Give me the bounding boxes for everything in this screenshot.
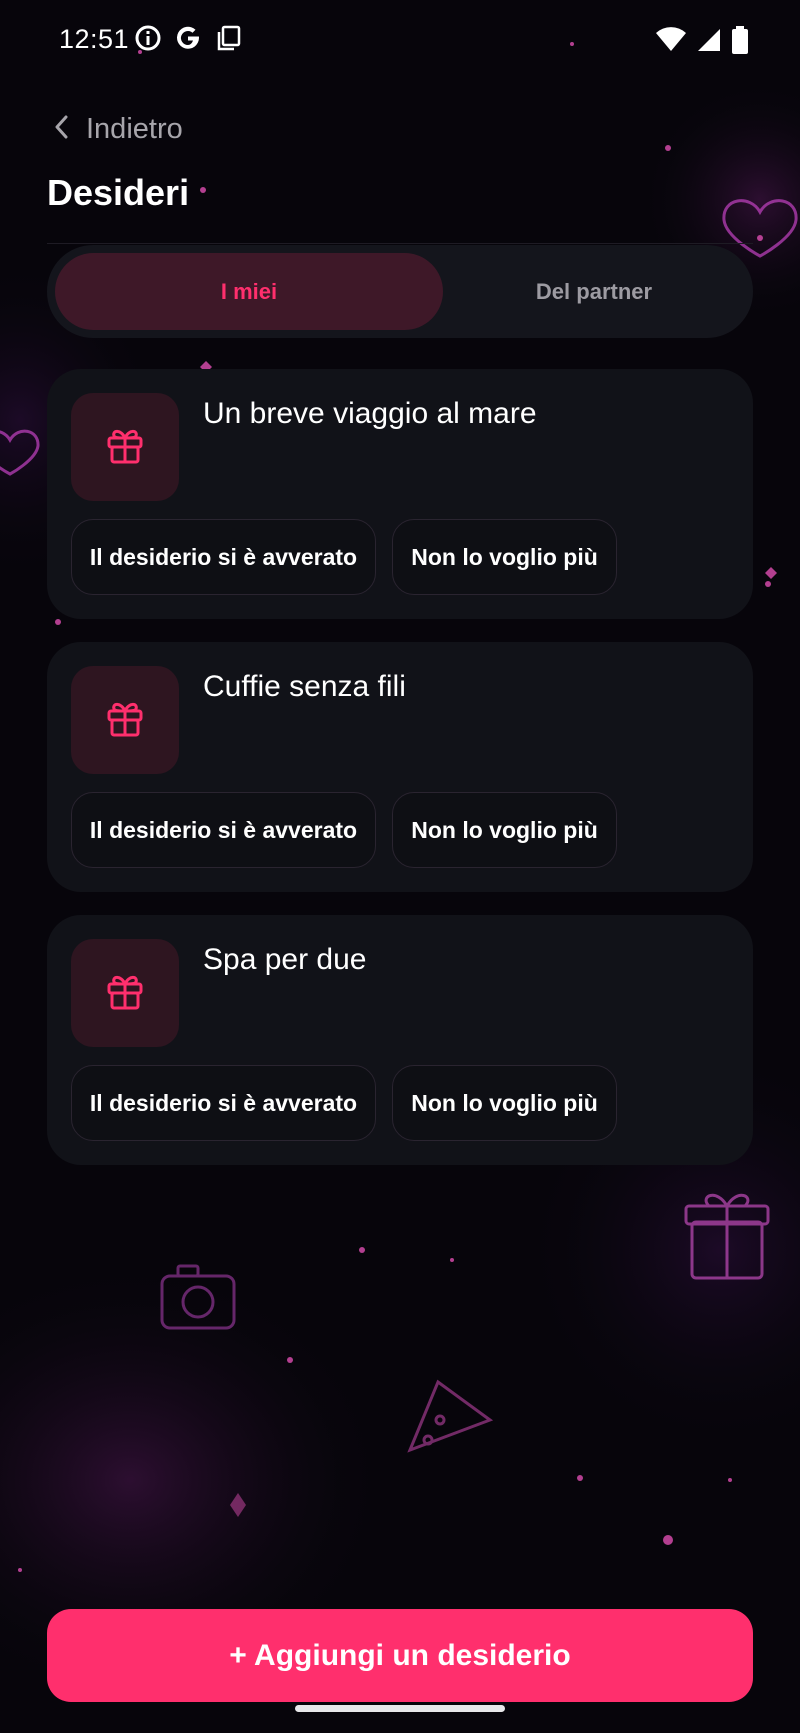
- home-indicator[interactable]: [295, 1705, 505, 1712]
- camera-decoration: [160, 1264, 236, 1330]
- back-button[interactable]: Indietro: [52, 113, 183, 146]
- info-icon: [134, 24, 162, 57]
- battery-icon: [732, 26, 748, 59]
- chevron-left-icon: [52, 114, 70, 145]
- tab-mine[interactable]: I miei: [55, 253, 443, 330]
- wish-title: Cuffie senza fili: [203, 670, 406, 703]
- wish-card: Cuffie senza fili Il desiderio si è avve…: [47, 642, 753, 892]
- status-bar: 12:51: [0, 0, 800, 80]
- wish-title: Un breve viaggio al mare: [203, 397, 537, 430]
- wish-title: Spa per due: [203, 943, 367, 976]
- page-title: Desideri: [47, 172, 190, 213]
- add-wish-button[interactable]: + Aggiungi un desiderio: [47, 1609, 753, 1702]
- wish-fulfilled-button[interactable]: Il desiderio si è avverato: [71, 519, 376, 595]
- wish-icon-box: [71, 939, 179, 1047]
- gift-icon: [104, 697, 146, 744]
- gift-icon: [104, 424, 146, 471]
- pizza-decoration: [407, 1379, 494, 1453]
- divider: [47, 243, 753, 244]
- gift-decoration: [684, 1193, 770, 1280]
- wish-fulfilled-button[interactable]: Il desiderio si è avverato: [71, 1065, 376, 1141]
- wish-card: Un breve viaggio al mare Il desiderio si…: [47, 369, 753, 619]
- tab-partner[interactable]: Del partner: [443, 253, 745, 330]
- wish-remove-button[interactable]: Non lo voglio più: [392, 519, 617, 595]
- wish-fulfilled-button[interactable]: Il desiderio si è avverato: [71, 792, 376, 868]
- wish-remove-button[interactable]: Non lo voglio più: [392, 1065, 617, 1141]
- wish-icon-box: [71, 393, 179, 501]
- cellular-signal-icon: [696, 27, 722, 58]
- wifi-icon: [656, 27, 686, 58]
- copy-icon: [214, 24, 242, 57]
- wish-icon-box: [71, 666, 179, 774]
- gift-icon: [104, 970, 146, 1017]
- back-label: Indietro: [86, 113, 183, 145]
- google-icon: [174, 24, 202, 57]
- tab-switcher: I miei Del partner: [47, 245, 753, 338]
- wish-remove-button[interactable]: Non lo voglio più: [392, 792, 617, 868]
- wish-card: Spa per due Il desiderio si è avverato N…: [47, 915, 753, 1165]
- status-time: 12:51: [59, 24, 130, 54]
